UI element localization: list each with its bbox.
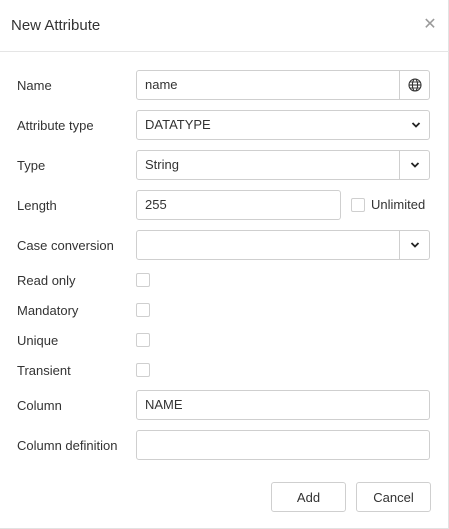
attribute-type-select[interactable]: DATATYPE <box>136 110 430 140</box>
chevron-down-icon[interactable] <box>399 151 429 179</box>
dialog-title: New Attribute <box>11 17 101 34</box>
type-select[interactable]: String <box>136 150 430 180</box>
cancel-button[interactable]: Cancel <box>356 482 431 512</box>
attribute-type-value: DATATYPE <box>145 117 211 132</box>
column-definition-input[interactable] <box>136 430 430 460</box>
globe-icon[interactable] <box>399 71 429 99</box>
case-conversion-select[interactable] <box>136 230 430 260</box>
read-only-label: Read only <box>17 273 76 288</box>
transient-label: Transient <box>17 363 71 378</box>
column-definition-label: Column definition <box>17 438 118 453</box>
unique-label: Unique <box>17 333 59 348</box>
length-label: Length <box>17 198 57 213</box>
read-only-checkbox[interactable] <box>136 273 150 287</box>
chevron-down-icon[interactable] <box>399 231 429 259</box>
dialog-header: New Attribute ✕ <box>0 0 449 52</box>
name-label: Name <box>17 78 52 93</box>
length-value: 255 <box>145 197 167 212</box>
unlimited-checkbox[interactable] <box>351 198 365 212</box>
name-value: name <box>145 77 178 92</box>
chevron-down-icon <box>411 111 421 139</box>
transient-checkbox[interactable] <box>136 363 150 377</box>
column-input[interactable]: NAME <box>136 390 430 420</box>
name-input[interactable]: name <box>136 70 430 100</box>
type-label: Type <box>17 158 46 173</box>
attribute-type-label: Attribute type <box>17 118 94 133</box>
close-icon[interactable]: ✕ <box>423 16 437 34</box>
case-conversion-label: Case conversion <box>17 238 114 253</box>
column-label: Column <box>17 398 62 413</box>
new-attribute-dialog: New Attribute ✕ Name name Attribute type… <box>0 0 449 529</box>
column-value: NAME <box>145 397 183 412</box>
mandatory-checkbox[interactable] <box>136 303 150 317</box>
add-button[interactable]: Add <box>271 482 346 512</box>
unlimited-label: Unlimited <box>371 197 426 212</box>
length-input[interactable]: 255 <box>136 190 341 220</box>
unique-checkbox[interactable] <box>136 333 150 347</box>
type-value: String <box>145 157 179 172</box>
mandatory-label: Mandatory <box>17 303 79 318</box>
